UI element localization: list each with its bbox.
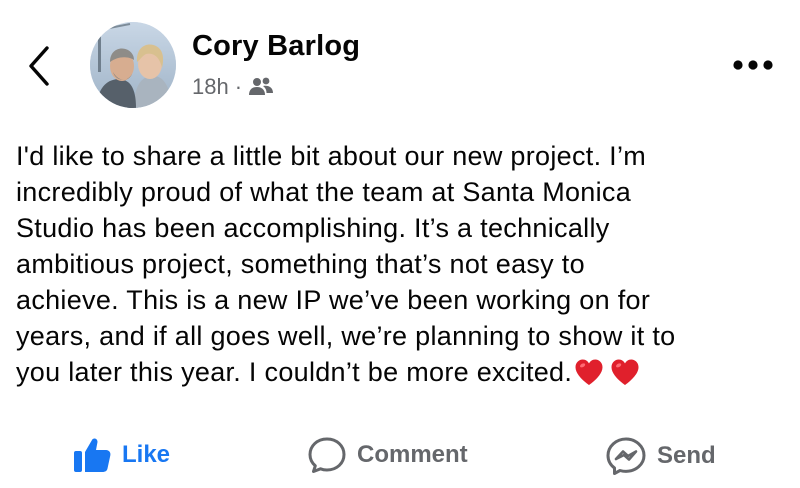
red-heart-icon	[575, 359, 603, 385]
more-horizontal-icon	[733, 60, 773, 70]
like-label: Like	[122, 441, 171, 468]
heart-emojis	[574, 358, 646, 395]
back-button[interactable]	[26, 44, 52, 88]
red-heart-icon	[611, 359, 639, 385]
messenger-icon	[606, 437, 646, 475]
friends-icon[interactable]	[248, 76, 274, 98]
comment-button[interactable]: Comment	[307, 436, 468, 474]
post-text: I'd like to share a little bit about our…	[16, 141, 676, 387]
comment-label: Comment	[357, 441, 468, 468]
avatar[interactable]	[90, 22, 176, 108]
post-timestamp[interactable]: 18h	[192, 74, 229, 100]
post-meta: 18h ·	[192, 74, 274, 100]
chevron-left-icon	[29, 46, 49, 86]
profile-photo	[90, 22, 176, 108]
meta-separator: ·	[234, 74, 243, 99]
post-action-bar: Like Comment Send	[0, 428, 800, 488]
thumbs-up-icon	[74, 438, 111, 472]
like-button[interactable]: Like	[72, 436, 170, 474]
more-options-button[interactable]	[730, 56, 776, 74]
post-body: I'd like to share a little bit about our…	[16, 138, 786, 395]
author-name[interactable]: Cory Barlog	[192, 30, 360, 63]
send-label: Send	[657, 442, 716, 469]
comment-icon	[308, 437, 346, 473]
send-button[interactable]: Send	[605, 436, 716, 476]
